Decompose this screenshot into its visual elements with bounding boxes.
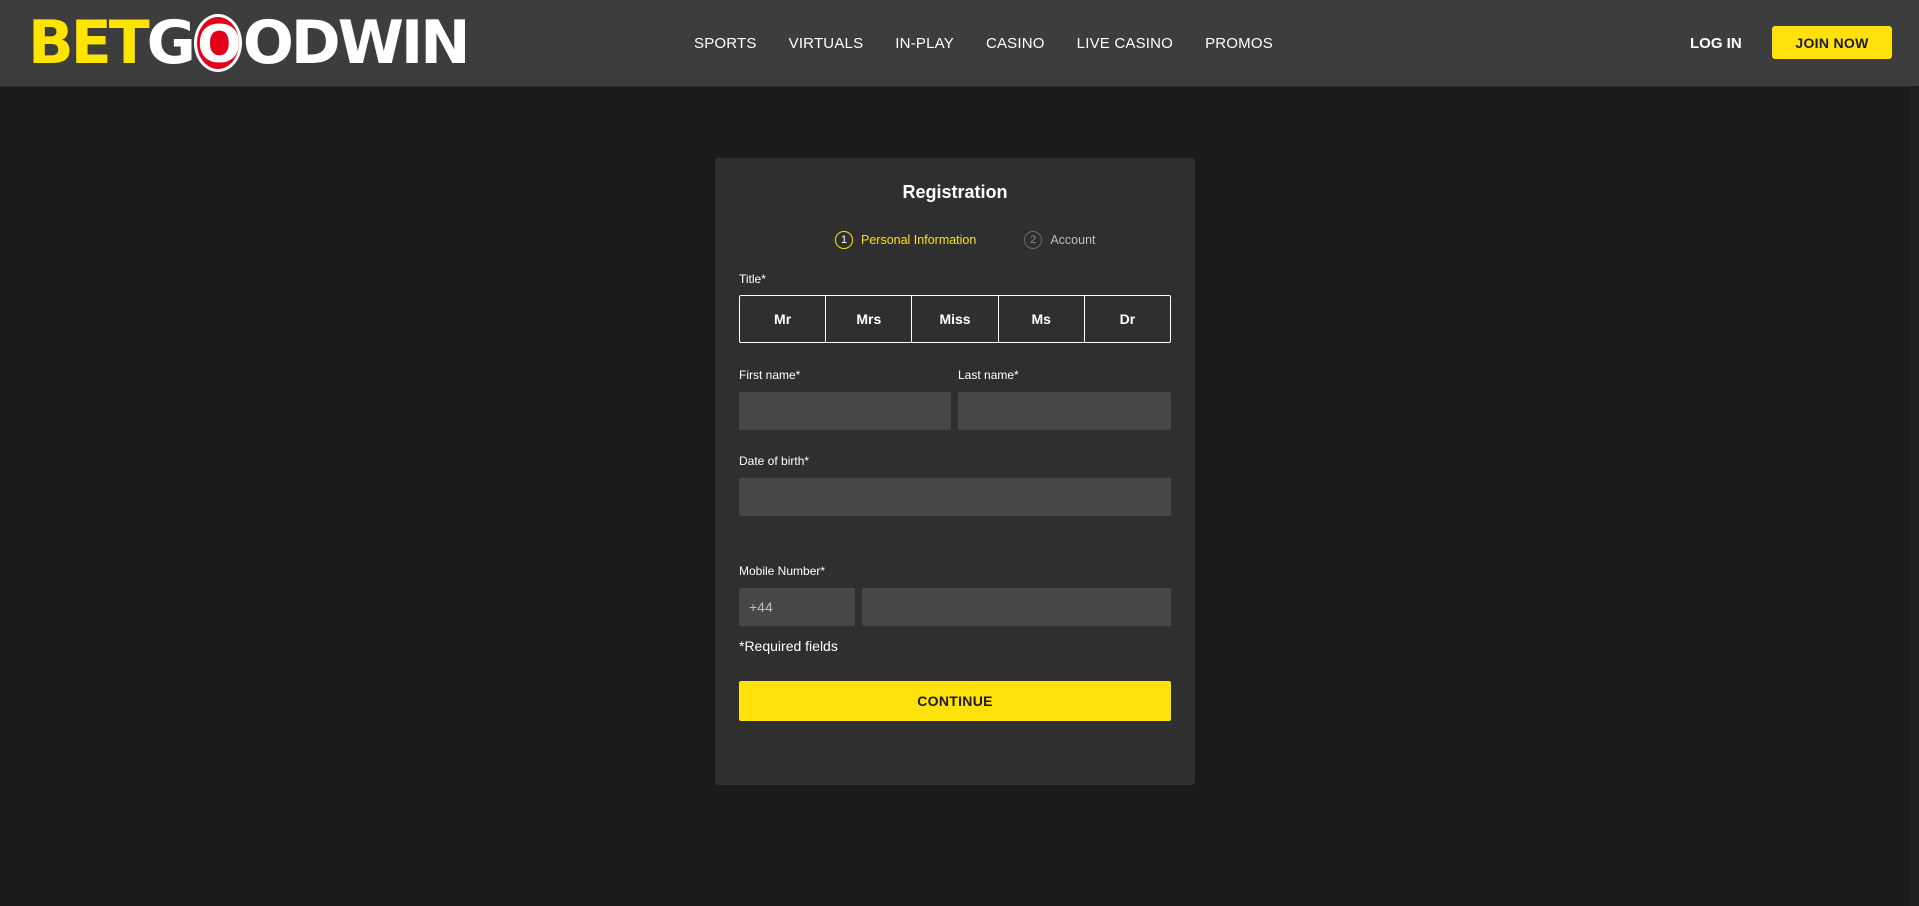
logo-red-o: O <box>193 14 242 73</box>
title-label: Title* <box>739 272 766 286</box>
nav-live-casino[interactable]: LIVE CASINO <box>1077 35 1173 52</box>
step-personal-information: 1 Personal Information <box>835 231 976 249</box>
login-button[interactable]: LOG IN <box>1690 0 1742 86</box>
nav-casino[interactable]: CASINO <box>986 35 1045 52</box>
join-now-button[interactable]: JOIN NOW <box>1772 26 1892 59</box>
main-nav: SPORTS VIRTUALS IN-PLAY CASINO LIVE CASI… <box>694 0 1305 86</box>
last-name-input[interactable] <box>958 392 1171 430</box>
logo-text-g: G <box>146 8 196 78</box>
betgoodwin-logo[interactable]: BET G O ODWIN <box>28 8 471 78</box>
step-2-circle: 2 <box>1024 231 1043 249</box>
top-header: BET G O ODWIN SPORTS VIRTUALS IN-PLAY CA… <box>0 0 1919 86</box>
title-option-mrs[interactable]: Mrs <box>826 296 913 342</box>
mobile-prefix-field[interactable]: +44 <box>739 588 855 626</box>
page-scrollbar-track[interactable] <box>1911 86 1919 906</box>
step-account: 2 Account <box>1024 231 1096 249</box>
logo-text-odwin: ODWIN <box>242 8 471 78</box>
registration-steps: 1 Personal Information 2 Account <box>835 231 1096 249</box>
logo-text-bet: BET <box>28 8 150 78</box>
step-1-label: Personal Information <box>861 233 977 247</box>
registration-card: Registration 1 Personal Information 2 Ac… <box>715 158 1195 785</box>
title-option-ms[interactable]: Ms <box>999 296 1085 342</box>
title-option-dr[interactable]: Dr <box>1085 296 1170 342</box>
required-fields-note: *Required fields <box>739 638 838 654</box>
first-name-label: First name* <box>739 368 801 382</box>
nav-virtuals[interactable]: VIRTUALS <box>789 35 864 52</box>
mobile-number-label: Mobile Number* <box>739 564 826 578</box>
step-2-label: Account <box>1050 233 1096 247</box>
step-1-circle: 1 <box>835 231 853 249</box>
title-selector: Mr Mrs Miss Ms Dr <box>739 295 1171 343</box>
continue-button[interactable]: CONTINUE <box>739 681 1171 721</box>
nav-sports[interactable]: SPORTS <box>694 35 757 52</box>
dob-input[interactable] <box>739 478 1171 516</box>
last-name-label: Last name* <box>958 368 1019 382</box>
title-option-miss[interactable]: Miss <box>912 296 999 342</box>
first-name-input[interactable] <box>739 392 951 430</box>
nav-in-play[interactable]: IN-PLAY <box>895 35 954 52</box>
nav-promos[interactable]: PROMOS <box>1205 35 1273 52</box>
dob-label: Date of birth* <box>739 454 810 468</box>
mobile-number-input[interactable] <box>862 588 1171 626</box>
title-option-mr[interactable]: Mr <box>740 296 827 342</box>
registration-title: Registration <box>902 182 1008 202</box>
